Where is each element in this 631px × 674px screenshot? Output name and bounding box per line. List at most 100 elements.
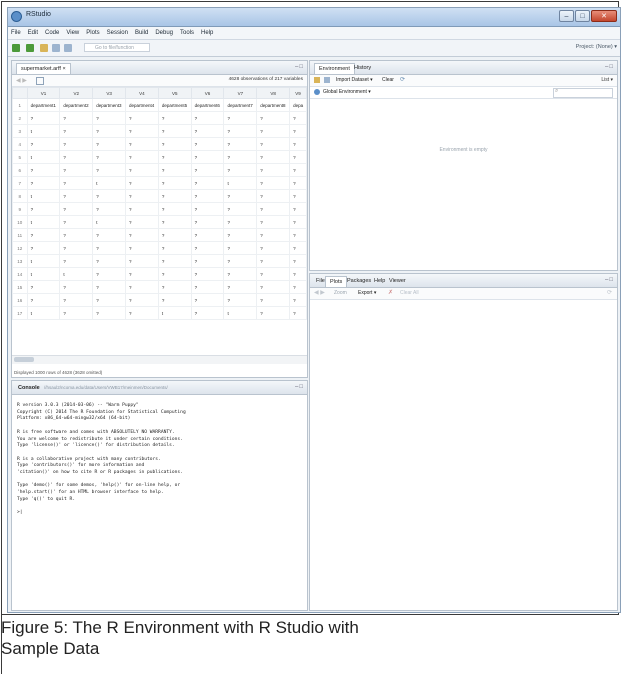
table-row: 14 t t??????? [12, 267, 307, 281]
table-cell: ? [59, 150, 94, 164]
table-cell: ? [59, 228, 94, 242]
table-cell: t [26, 150, 61, 164]
table-cell: department7 [223, 98, 258, 112]
back-forward-icon[interactable]: ◀ ▶ [314, 289, 325, 298]
remove-plot-icon[interactable]: ✗ [388, 289, 393, 298]
table-cell: ? [92, 280, 126, 294]
table-cell: t [26, 267, 61, 281]
table-cell: ? [289, 306, 307, 320]
column-header[interactable]: V1 [26, 87, 61, 99]
table-cell: ? [289, 293, 307, 307]
horizontal-scrollbar[interactable] [12, 355, 307, 364]
close-button[interactable]: ✕ [591, 10, 617, 22]
table-cell: ? [59, 215, 94, 229]
import-dataset-button[interactable]: Import Dataset ▾ [336, 76, 373, 85]
table-cell: ? [190, 163, 225, 177]
scroll-thumb[interactable] [14, 357, 34, 362]
column-header[interactable]: V3 [92, 87, 126, 99]
refresh-icon[interactable]: ⟳ [400, 76, 405, 85]
pane-minmax-icon[interactable]: –□ [295, 384, 304, 390]
table-cell: ? [223, 267, 258, 281]
back-forward-icon[interactable]: ◀ ▶ [16, 77, 27, 84]
environment-search-input[interactable]: ⌕ [553, 88, 613, 98]
table-cell: ? [157, 150, 192, 164]
save-all-icon[interactable] [64, 44, 72, 52]
table-cell: ? [190, 176, 225, 190]
refresh-icon[interactable]: ⟳ [607, 289, 612, 298]
column-header[interactable]: V5 [157, 87, 192, 99]
minimize-button[interactable]: – [559, 10, 574, 22]
column-header[interactable]: V9 [289, 87, 307, 99]
table-cell: ? [289, 189, 307, 203]
menu-session[interactable]: Session [107, 27, 128, 39]
column-header[interactable]: V4 [125, 87, 159, 99]
column-header[interactable]: V6 [190, 87, 225, 99]
table-row: 6????????? [12, 163, 307, 177]
row-number: 16 [12, 293, 28, 307]
table-cell: ? [125, 189, 159, 203]
table-cell: ? [26, 202, 61, 216]
menu-code[interactable]: Code [45, 27, 59, 39]
menu-edit[interactable]: Edit [28, 27, 38, 39]
tab-console[interactable]: Console [14, 383, 44, 393]
table-cell: ? [190, 241, 225, 255]
table-cell: ? [92, 254, 126, 268]
table-cell: t [157, 306, 192, 320]
project-menu[interactable]: Project: (None) ▾ [576, 44, 617, 50]
menu-build[interactable]: Build [135, 27, 148, 39]
table-cell: ? [26, 163, 61, 177]
table-cell: ? [92, 111, 126, 125]
maximize-button[interactable]: □ [575, 10, 590, 22]
row-number: 6 [12, 163, 28, 177]
table-cell: t [92, 176, 126, 190]
column-header[interactable]: V8 [256, 87, 291, 99]
console-output[interactable]: R version 3.0.3 (2014-03-06) -- "Warm Pu… [17, 403, 303, 517]
popout-icon[interactable] [36, 77, 44, 85]
clear-button[interactable]: Clear [382, 76, 394, 85]
table-cell: ? [125, 267, 159, 281]
menu-file[interactable]: File [11, 27, 21, 39]
caption-line-1: Figure 5: The R Environment with R Studi… [1, 618, 359, 637]
table-cell: ? [289, 215, 307, 229]
column-header[interactable]: V7 [223, 87, 258, 99]
tab-viewer[interactable]: Viewer [385, 276, 410, 286]
goto-file-input[interactable]: Go to file/function [84, 43, 150, 52]
table-cell: ? [256, 202, 291, 216]
pane-minmax-icon[interactable]: –□ [605, 277, 614, 283]
save-icon[interactable] [52, 44, 60, 52]
table-cell: ? [256, 306, 291, 320]
new-file-icon[interactable] [12, 44, 20, 52]
menu-view[interactable]: View [66, 27, 79, 39]
menu-plots[interactable]: Plots [86, 27, 99, 39]
clear-all-button[interactable]: Clear All [400, 289, 419, 298]
list-view-button[interactable]: List ▾ [601, 76, 613, 85]
scope-selector[interactable]: Global Environment ▾ [323, 88, 371, 97]
export-button[interactable]: Export ▾ [358, 289, 376, 298]
pane-minmax-icon[interactable]: –□ [295, 64, 304, 70]
table-cell: t [26, 254, 61, 268]
menu-debug[interactable]: Debug [155, 27, 173, 39]
table-cell: ? [125, 137, 159, 151]
zoom-button[interactable]: Zoom [334, 289, 347, 298]
row-number: 15 [12, 280, 28, 294]
save-workspace-icon[interactable] [324, 77, 330, 83]
menu-tools[interactable]: Tools [180, 27, 194, 39]
table-cell: ? [190, 202, 225, 216]
open-icon[interactable] [314, 77, 320, 83]
menu-help[interactable]: Help [201, 27, 213, 39]
table-row: 10 t? t?????? [12, 215, 307, 229]
table-cell: ? [289, 241, 307, 255]
open-file-icon[interactable] [40, 44, 48, 52]
window-title: RStudio [26, 11, 51, 18]
column-header[interactable]: V2 [59, 87, 94, 99]
new-project-icon[interactable] [26, 44, 34, 52]
table-cell: department1 [26, 98, 61, 112]
tab-environment[interactable]: Environment [314, 63, 355, 74]
pane-minmax-icon[interactable]: –□ [605, 64, 614, 70]
tab-supermarket[interactable]: supermarket.arff × [16, 63, 71, 74]
tab-history[interactable]: History [350, 63, 375, 73]
table-cell: ? [289, 111, 307, 125]
table-cell: ? [26, 137, 61, 151]
row-number: 10 [12, 215, 28, 229]
table-row: 11????????? [12, 228, 307, 242]
